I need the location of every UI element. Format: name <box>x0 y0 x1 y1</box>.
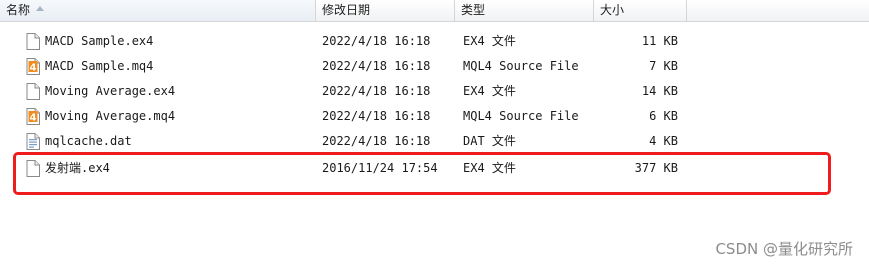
file-name: mqlcache.dat <box>45 134 132 148</box>
file-type: MQL4 Source File <box>463 109 579 123</box>
column-header-name-label: 名称 <box>6 3 31 17</box>
highlight-annotation-box <box>13 152 831 195</box>
sort-ascending-icon <box>36 6 45 11</box>
column-header-type-label: 类型 <box>461 3 486 17</box>
file-row[interactable]: mqlcache.dat 2022/4/18 16:18 DAT 文件 4 KB <box>0 129 869 154</box>
file-type: EX4 文件 <box>463 34 516 48</box>
file-type: DAT 文件 <box>463 134 516 148</box>
file-size: 11 KB <box>641 34 678 48</box>
watermark: CSDN @量化研究所 <box>715 240 853 258</box>
blank-file-icon <box>26 33 40 50</box>
svg-text:4: 4 <box>30 63 37 74</box>
file-row[interactable]: MACD Sample.ex4 2022/4/18 16:18 EX4 文件 1… <box>0 29 869 54</box>
file-row[interactable]: 4 Moving Average.mq4 2022/4/18 16:18 MQL… <box>0 104 869 129</box>
file-size: 14 KB <box>641 84 678 98</box>
file-date: 2022/4/18 16:18 <box>322 34 431 48</box>
column-header-size[interactable]: 大小 <box>594 0 687 21</box>
blank-file-icon <box>26 83 40 100</box>
file-name: Moving Average.ex4 <box>45 84 176 98</box>
file-date: 2022/4/18 16:18 <box>322 59 431 73</box>
file-name: Moving Average.mq4 <box>45 109 176 123</box>
file-row[interactable]: Moving Average.ex4 2022/4/18 16:18 EX4 文… <box>0 79 869 104</box>
file-size: 4 KB <box>649 134 678 148</box>
column-header-date[interactable]: 修改日期 <box>316 0 455 21</box>
file-row[interactable]: 4 MACD Sample.mq4 2022/4/18 16:18 MQL4 S… <box>0 54 869 79</box>
column-header-size-label: 大小 <box>600 3 625 17</box>
file-date: 2022/4/18 16:18 <box>322 109 431 123</box>
file-date: 2022/4/18 16:18 <box>322 84 431 98</box>
column-header-name[interactable]: 名称 <box>0 0 316 21</box>
file-size: 7 KB <box>649 59 678 73</box>
mql4-file-icon: 4 <box>26 58 40 75</box>
column-header-bar: 名称 修改日期 类型 大小 <box>0 0 869 22</box>
file-type: MQL4 Source File <box>463 59 579 73</box>
file-date: 2022/4/18 16:18 <box>322 134 431 148</box>
column-header-date-label: 修改日期 <box>322 3 371 17</box>
dat-file-icon <box>26 133 40 150</box>
file-name: MACD Sample.mq4 <box>45 59 154 73</box>
file-size: 6 KB <box>649 109 678 123</box>
svg-text:4: 4 <box>30 113 37 124</box>
file-name: MACD Sample.ex4 <box>45 34 154 48</box>
column-header-type[interactable]: 类型 <box>455 0 594 21</box>
mql4-file-icon: 4 <box>26 108 40 125</box>
file-type: EX4 文件 <box>463 84 516 98</box>
